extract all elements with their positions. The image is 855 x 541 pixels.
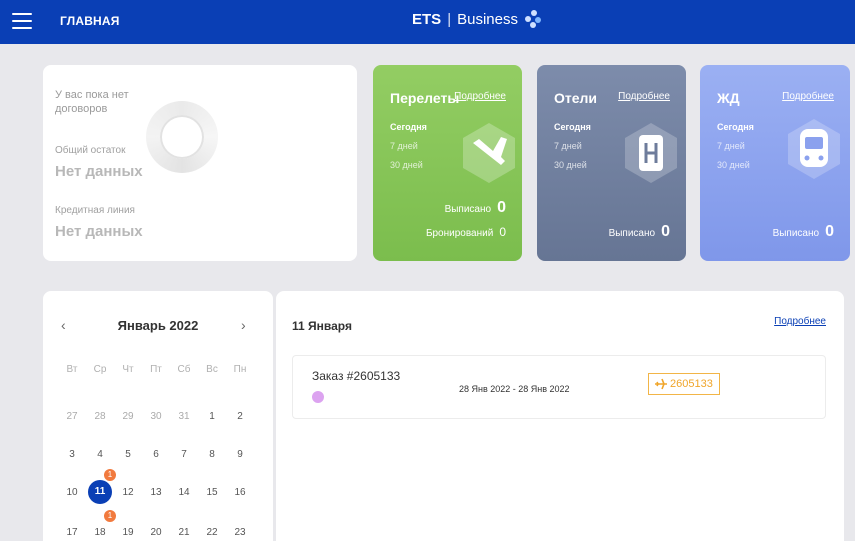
- calendar-day[interactable]: 4: [90, 449, 110, 460]
- calendar-day[interactable]: 18: [90, 527, 110, 538]
- orders-more-link[interactable]: Подробнее: [774, 316, 826, 327]
- flights-booked: Бронирований 0: [426, 225, 506, 239]
- period-month[interactable]: 30 дней: [554, 160, 587, 170]
- order-number[interactable]: Заказ #2605133: [312, 369, 400, 383]
- calendar-day[interactable]: 27: [62, 411, 82, 422]
- order-status-dot: [312, 391, 324, 403]
- issued-count: 0: [661, 223, 670, 240]
- calendar-day[interactable]: 12: [118, 487, 138, 498]
- calendar-day[interactable]: 20: [146, 527, 166, 538]
- weekday-label: Ср: [93, 364, 107, 375]
- period-today[interactable]: Сегодня: [717, 122, 754, 132]
- period-month[interactable]: 30 дней: [717, 160, 750, 170]
- period-week[interactable]: 7 дней: [717, 141, 745, 151]
- credit-label: Кредитная линия: [55, 205, 135, 216]
- orders-panel: 11 Января Подробнее Заказ #2605133 28 Ян…: [276, 291, 844, 541]
- hotel-icon: [625, 123, 677, 183]
- contracts-card: У вас пока нет договоров Общий остаток Н…: [43, 65, 357, 261]
- calendar-day[interactable]: 19: [118, 527, 138, 538]
- calendar-day[interactable]: 28: [90, 411, 110, 422]
- period-week[interactable]: 7 дней: [554, 141, 582, 151]
- flights-issued: Выписано 0: [445, 199, 506, 217]
- rail-issued: Выписано 0: [773, 223, 834, 241]
- flights-title: Перелеты: [390, 90, 460, 106]
- calendar-month-title: Январь 2022: [117, 318, 199, 333]
- hotels-more-link[interactable]: Подробнее: [618, 91, 670, 102]
- period-month[interactable]: 30 дней: [390, 160, 423, 170]
- calendar-day[interactable]: 29: [118, 411, 138, 422]
- hotels-issued: Выписано 0: [609, 223, 670, 241]
- rail-title: ЖД: [717, 90, 740, 106]
- issued-label: Выписано: [608, 228, 656, 239]
- balance-value: Нет данных: [55, 163, 143, 180]
- calendar-day[interactable]: 3: [62, 449, 82, 460]
- calendar-day[interactable]: 2: [230, 411, 250, 422]
- plane-icon: [463, 123, 515, 183]
- day-event-badge: 1: [104, 510, 116, 522]
- brand-business: Business: [457, 10, 518, 28]
- day-event-badge: 1: [104, 469, 116, 481]
- weekday-label: Вт: [66, 364, 78, 375]
- brand-ets: ETS: [412, 10, 442, 28]
- top-bar: ГЛАВНАЯ ETS | Business: [0, 0, 855, 44]
- flights-more-link[interactable]: Подробнее: [454, 91, 506, 102]
- period-today[interactable]: Сегодня: [390, 122, 427, 132]
- calendar-day[interactable]: 16: [230, 487, 250, 498]
- calendar-day[interactable]: 5: [118, 449, 138, 460]
- hotels-card: Отели Подробнее Сегодня 7 дней 30 дней В…: [537, 65, 686, 261]
- period-today[interactable]: Сегодня: [554, 122, 591, 132]
- issued-count: 0: [497, 199, 506, 216]
- next-month-button[interactable]: ›: [241, 317, 246, 333]
- calendar-day[interactable]: 31: [174, 411, 194, 422]
- order-ticket-badge[interactable]: 2605133: [648, 373, 720, 395]
- calendar-day[interactable]: 23: [230, 527, 250, 538]
- calendar-day[interactable]: 9: [230, 449, 250, 460]
- ticket-number: 2605133: [670, 378, 713, 390]
- calendar-day[interactable]: 8: [202, 449, 222, 460]
- issued-count: 0: [825, 223, 834, 240]
- flights-card: Перелеты Подробнее Сегодня 7 дней 30 дне…: [373, 65, 522, 261]
- brand-logo-icon: [524, 10, 542, 28]
- calendar-day[interactable]: 21: [174, 527, 194, 538]
- order-date-range: 28 Янв 2022 - 28 Янв 2022: [459, 384, 570, 394]
- balance-label: Общий остаток: [55, 145, 126, 156]
- calendar-day[interactable]: 13: [146, 487, 166, 498]
- booked-count: 0: [499, 225, 506, 239]
- calendar-day[interactable]: 14: [174, 487, 194, 498]
- weekday-label: Пт: [150, 364, 162, 375]
- plane-icon: [655, 378, 667, 390]
- period-week[interactable]: 7 дней: [390, 141, 418, 151]
- brand-separator: |: [447, 10, 452, 28]
- calendar-day[interactable]: 7: [174, 449, 194, 460]
- booked-label: Бронирований: [425, 228, 494, 239]
- train-icon: [788, 119, 840, 179]
- calendar-day[interactable]: 17: [62, 527, 82, 538]
- orders-date-title: 11 Января: [292, 319, 352, 333]
- hotels-title: Отели: [554, 90, 598, 106]
- calendar-day[interactable]: 30: [146, 411, 166, 422]
- calendar-day[interactable]: 15: [202, 487, 222, 498]
- weekday-label: Сб: [177, 364, 191, 375]
- calendar-widget: ‹ Январь 2022 › Вт Ср Чт Пт Сб Вс Пн 27 …: [43, 291, 273, 541]
- rail-card: ЖД Подробнее Сегодня 7 дней 30 дней Выпи…: [700, 65, 850, 261]
- calendar-day[interactable]: 10: [62, 487, 82, 498]
- issued-label: Выписано: [444, 204, 492, 215]
- hamburger-icon[interactable]: [12, 12, 32, 30]
- nav-title[interactable]: ГЛАВНАЯ: [60, 14, 120, 28]
- weekday-label: Вс: [206, 364, 218, 375]
- calendar-day[interactable]: 6: [146, 449, 166, 460]
- weekday-label: Пн: [233, 364, 247, 375]
- calendar-day-selected[interactable]: 11: [88, 480, 112, 504]
- rail-more-link[interactable]: Подробнее: [782, 91, 834, 102]
- credit-value: Нет данных: [55, 223, 143, 240]
- balance-donut-chart: [146, 101, 218, 173]
- order-row[interactable]: Заказ #2605133 28 Янв 2022 - 28 Янв 2022…: [292, 355, 826, 419]
- weekday-label: Чт: [122, 364, 134, 375]
- calendar-day[interactable]: 1: [202, 411, 222, 422]
- calendar-day[interactable]: 22: [202, 527, 222, 538]
- issued-label: Выписано: [772, 228, 820, 239]
- no-contracts-text: У вас пока нет договоров: [55, 89, 129, 115]
- brand: ETS | Business: [412, 10, 542, 28]
